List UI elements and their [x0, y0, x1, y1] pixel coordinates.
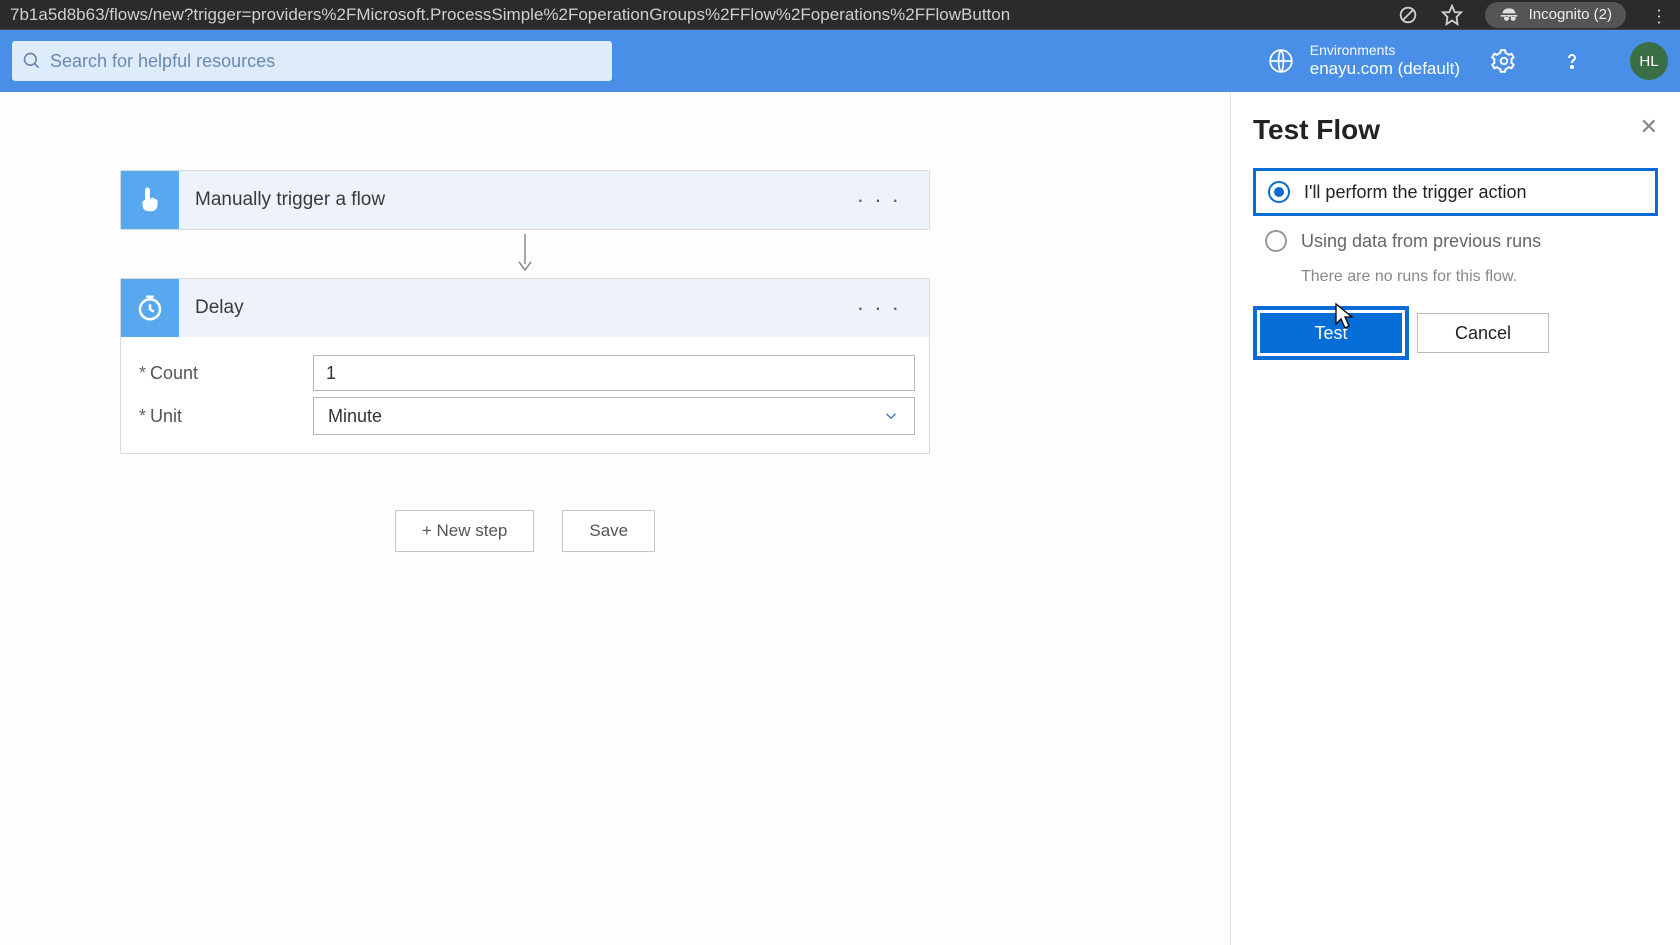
browser-actions: Incognito (2) ⋯: [1397, 2, 1670, 28]
chevron-down-icon: [882, 407, 900, 425]
search-icon: [22, 51, 42, 71]
radio-icon: [1268, 181, 1290, 203]
settings-gear-icon[interactable]: [1490, 47, 1518, 75]
option-previous-label: Using data from previous runs: [1301, 231, 1541, 252]
environment-picker[interactable]: Environments enayu.com (default): [1268, 42, 1460, 79]
save-button[interactable]: Save: [562, 510, 655, 552]
help-icon[interactable]: [1558, 47, 1586, 75]
count-input[interactable]: [313, 355, 915, 391]
extension-crossed-icon[interactable]: [1397, 4, 1419, 26]
option-perform-trigger[interactable]: I'll perform the trigger action: [1253, 168, 1658, 216]
trigger-title: Manually trigger a flow: [195, 189, 841, 211]
unit-label: *Unit: [135, 406, 313, 427]
search-input[interactable]: [50, 51, 602, 72]
option-previous-runs[interactable]: Using data from previous runs: [1253, 220, 1658, 262]
delay-title: Delay: [195, 297, 841, 319]
unit-selected-value: Minute: [328, 406, 382, 427]
test-button[interactable]: Test: [1260, 313, 1402, 353]
flow-connector-arrow: [120, 230, 930, 278]
test-flow-panel: Test Flow ✕ I'll perform the trigger act…: [1230, 92, 1680, 945]
browser-menu-icon[interactable]: ⋯: [1648, 4, 1670, 26]
environment-label: Environments: [1310, 42, 1460, 59]
count-label: *Count: [135, 363, 313, 384]
environment-value: enayu.com (default): [1310, 59, 1460, 79]
incognito-indicator: Incognito (2): [1485, 2, 1626, 28]
radio-icon: [1265, 230, 1287, 252]
option-perform-label: I'll perform the trigger action: [1304, 182, 1527, 203]
trigger-card[interactable]: Manually trigger a flow · · ·: [120, 170, 930, 230]
panel-title: Test Flow: [1253, 114, 1658, 146]
search-box[interactable]: [12, 41, 612, 81]
manual-trigger-icon: [121, 171, 179, 229]
globe-icon: [1268, 48, 1294, 74]
delay-more-icon[interactable]: · · ·: [857, 295, 901, 321]
star-icon[interactable]: [1441, 4, 1463, 26]
no-runs-note: There are no runs for this flow.: [1301, 268, 1658, 286]
test-button-highlight: Test: [1253, 306, 1409, 360]
trigger-more-icon[interactable]: · · ·: [857, 187, 901, 213]
flow-canvas: Manually trigger a flow · · ·: [0, 92, 1230, 945]
user-avatar[interactable]: HL: [1630, 42, 1668, 80]
delay-card[interactable]: Delay · · · *Count *Unit Minute: [120, 278, 930, 454]
unit-select[interactable]: Minute: [313, 397, 915, 435]
browser-address-bar: 7b1a5d8b63/flows/new?trigger=providers%2…: [0, 0, 1680, 30]
app-header: Environments enayu.com (default) HL: [0, 30, 1680, 92]
cancel-button[interactable]: Cancel: [1417, 313, 1549, 353]
url-text: 7b1a5d8b63/flows/new?trigger=providers%2…: [10, 5, 1375, 25]
close-panel-icon[interactable]: ✕: [1640, 114, 1658, 140]
clock-icon: [121, 279, 179, 337]
incognito-label: Incognito (2): [1529, 6, 1612, 23]
new-step-button[interactable]: + New step: [395, 510, 535, 552]
